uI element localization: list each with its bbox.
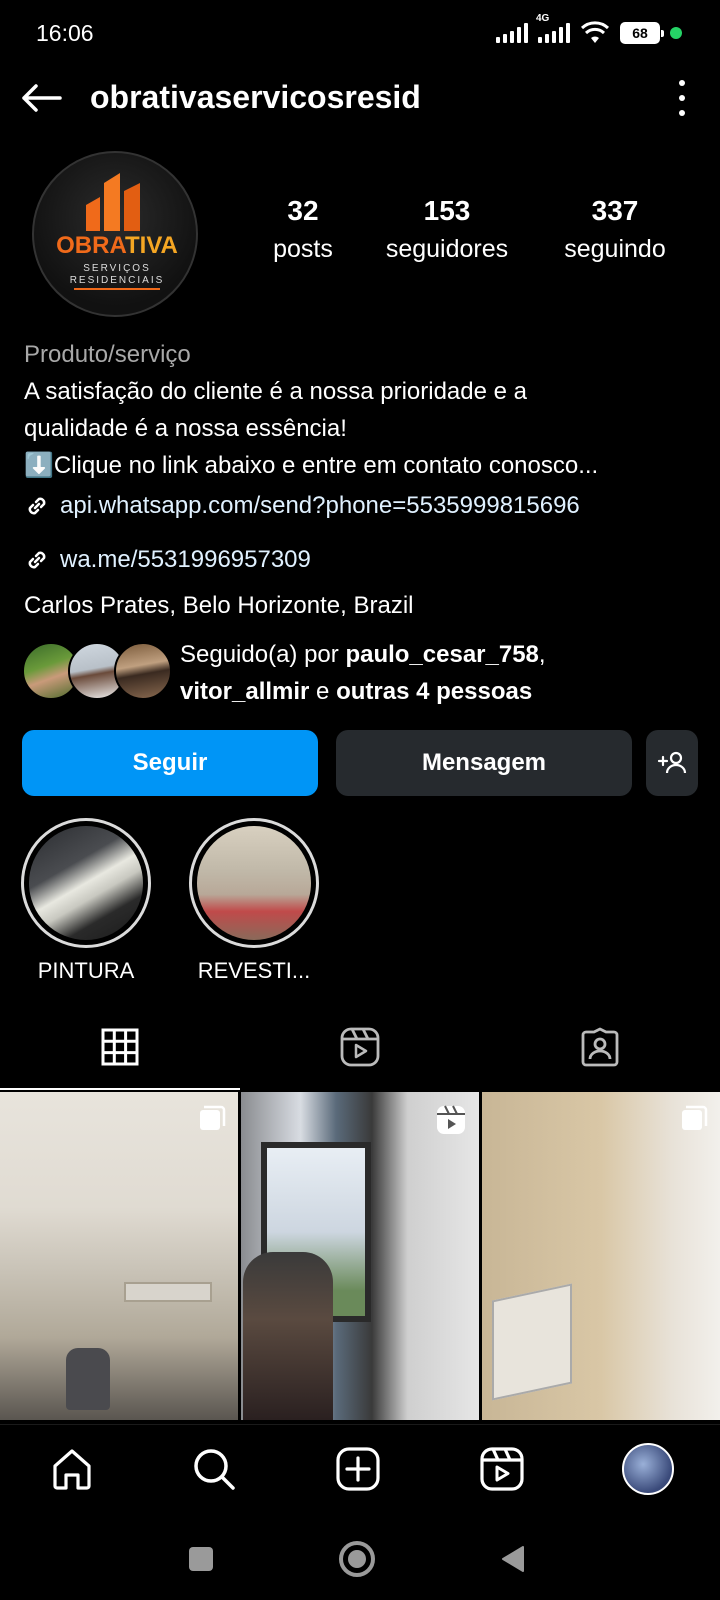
message-button[interactable]: Mensagem bbox=[336, 730, 632, 796]
more-dot-icon bbox=[679, 80, 685, 86]
profile-username: obrativaservicosresid bbox=[90, 79, 421, 115]
bio-link-wa-me[interactable]: wa.me/5531996957309 bbox=[24, 546, 311, 574]
profile-stats: 32 posts 153 seguidores 337 seguindo bbox=[250, 195, 690, 275]
highlight-label: REVESTI... bbox=[197, 958, 311, 983]
home-system-button[interactable] bbox=[332, 1534, 382, 1584]
grid-icon bbox=[101, 1028, 139, 1066]
system-navigation-bar bbox=[0, 1514, 720, 1600]
stat-followers[interactable]: 153 seguidores bbox=[376, 195, 518, 264]
drywall-panel-shape bbox=[492, 1283, 572, 1401]
followers-others[interactable]: outras 4 pessoas bbox=[336, 678, 532, 705]
story-highlight[interactable]: PINTURA bbox=[20, 818, 152, 984]
more-options-button[interactable] bbox=[674, 80, 690, 116]
follow-button[interactable]: Seguir bbox=[22, 730, 318, 796]
wifi-icon bbox=[580, 21, 610, 43]
link-text: api.whatsapp.com/send?phone=553599981569… bbox=[60, 492, 580, 519]
story-highlight[interactable]: REVESTI... bbox=[188, 818, 320, 984]
bottom-navigation bbox=[0, 1424, 720, 1514]
link-icon bbox=[28, 551, 46, 569]
profile-bio: Produto/serviço A satisfação do cliente … bbox=[24, 336, 714, 484]
privacy-indicator-dot bbox=[670, 27, 682, 39]
battery-level: 68 bbox=[632, 25, 648, 41]
nav-reels[interactable] bbox=[472, 1439, 532, 1499]
follower-username[interactable]: vitor_allmir bbox=[180, 678, 309, 705]
svg-text:RESIDENCIAIS: RESIDENCIAIS bbox=[70, 275, 165, 286]
followed-by-text: Seguido(a) por paulo_cesar_758, vitor_al… bbox=[180, 641, 546, 705]
recents-icon bbox=[189, 1547, 213, 1571]
reel-icon bbox=[437, 1105, 465, 1134]
bio-link-whatsapp-api[interactable]: api.whatsapp.com/send?phone=553599981569… bbox=[24, 492, 580, 520]
nav-create[interactable] bbox=[328, 1439, 388, 1499]
svg-text:SERVIÇOS: SERVIÇOS bbox=[83, 263, 151, 274]
bio-line: ⬇️Clique no link abaixo e entre em conta… bbox=[24, 452, 599, 479]
down-arrow-emoji: ⬇️ bbox=[24, 452, 54, 479]
signal-icon bbox=[496, 23, 528, 43]
profile-location[interactable]: Carlos Prates, Belo Horizonte, Brazil bbox=[24, 592, 413, 620]
recents-button[interactable] bbox=[176, 1534, 226, 1584]
link-text: wa.me/5531996957309 bbox=[60, 546, 311, 573]
post-thumbnail[interactable] bbox=[0, 1092, 238, 1420]
home-icon bbox=[53, 1449, 91, 1490]
tab-reels[interactable] bbox=[240, 1004, 480, 1090]
nav-profile[interactable] bbox=[618, 1439, 678, 1499]
reels-icon bbox=[340, 1027, 380, 1067]
status-bar: 16:06 4G 68 bbox=[0, 0, 720, 66]
add-user-icon bbox=[657, 751, 687, 774]
following-label: seguindo bbox=[564, 235, 666, 263]
posts-count: 32 bbox=[287, 195, 319, 226]
post-thumbnail[interactable] bbox=[241, 1092, 479, 1420]
highlight-label: PINTURA bbox=[37, 958, 135, 983]
status-icons: 4G 68 bbox=[496, 13, 682, 48]
create-icon bbox=[336, 1447, 380, 1491]
followers-count: 153 bbox=[423, 195, 471, 226]
nav-search[interactable] bbox=[184, 1439, 244, 1499]
active-tab-indicator bbox=[0, 1088, 240, 1090]
carousel-icon bbox=[682, 1105, 708, 1130]
post-thumbnail[interactable] bbox=[482, 1092, 720, 1420]
profile-tabs bbox=[0, 1004, 720, 1090]
obrativa-logo-icon: OBRATIVA SERVIÇOS RESIDENCIAIS bbox=[56, 173, 178, 290]
worker-shape bbox=[243, 1252, 333, 1420]
nav-home[interactable] bbox=[42, 1439, 102, 1499]
highlight-thumbnail bbox=[197, 826, 311, 940]
home-circle-icon bbox=[339, 1541, 375, 1577]
network-type-label: 4G bbox=[536, 13, 550, 24]
posts-label: posts bbox=[273, 235, 333, 263]
tab-tagged[interactable] bbox=[480, 1004, 720, 1090]
sink-shape bbox=[124, 1282, 212, 1302]
highlight-thumbnail bbox=[29, 826, 143, 940]
stat-following[interactable]: 337 seguindo bbox=[550, 195, 680, 264]
bio-line: qualidade é a nossa essência! bbox=[24, 415, 347, 442]
suggested-users-button[interactable] bbox=[646, 730, 698, 796]
tab-posts-grid[interactable] bbox=[0, 1004, 240, 1090]
back-button[interactable] bbox=[20, 78, 68, 118]
follower-username[interactable]: paulo_cesar_758 bbox=[345, 641, 538, 668]
followers-label: seguidores bbox=[385, 235, 509, 263]
follower-avatar bbox=[114, 642, 172, 700]
back-triangle-icon bbox=[502, 1546, 524, 1572]
back-system-button[interactable] bbox=[488, 1534, 538, 1584]
status-time: 16:06 bbox=[36, 20, 94, 46]
followed-by[interactable]: Seguido(a) por paulo_cesar_758, vitor_al… bbox=[22, 636, 702, 706]
carousel-icon bbox=[200, 1105, 226, 1130]
bio-line: A satisfação do cliente é a nossa priori… bbox=[24, 378, 527, 405]
battery-icon: 68 bbox=[620, 22, 664, 44]
search-icon bbox=[194, 1449, 235, 1490]
profile-avatar[interactable]: OBRATIVA SERVIÇOS RESIDENCIAIS bbox=[32, 151, 198, 317]
profile-avatar-small bbox=[622, 1443, 674, 1495]
profile-category: Produto/serviço bbox=[24, 341, 191, 368]
link-icon bbox=[28, 497, 46, 515]
highlight-ring bbox=[21, 818, 151, 948]
svg-text:OBRATIVA: OBRATIVA bbox=[56, 232, 178, 259]
back-arrow-icon bbox=[22, 84, 62, 112]
profile-header: obrativaservicosresid bbox=[0, 66, 720, 130]
reels-icon bbox=[480, 1447, 524, 1491]
stat-posts[interactable]: 32 posts bbox=[250, 195, 356, 264]
posts-grid bbox=[0, 1092, 720, 1420]
mobile-data-icon: 4G bbox=[536, 13, 570, 43]
following-count: 337 bbox=[591, 195, 639, 226]
gas-cylinder-shape bbox=[66, 1348, 110, 1410]
tagged-icon bbox=[581, 1027, 619, 1067]
highlight-ring bbox=[189, 818, 319, 948]
